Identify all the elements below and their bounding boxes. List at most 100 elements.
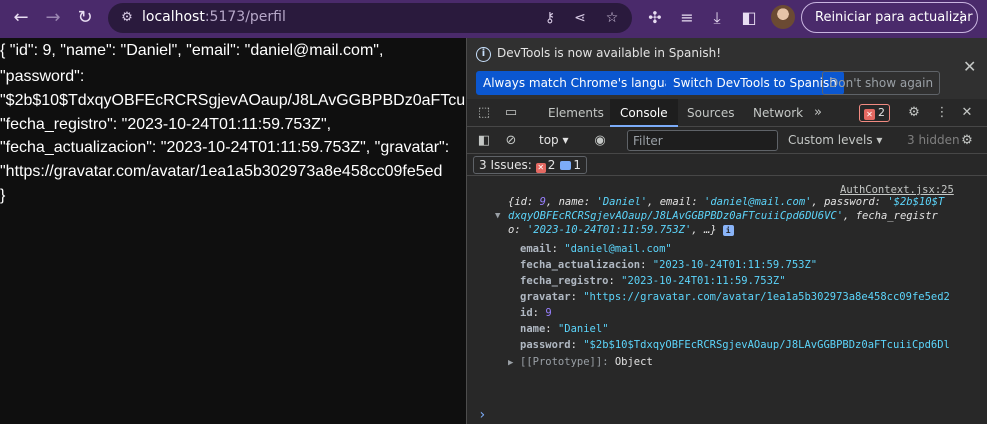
property-key: email [520,243,552,255]
key-icon[interactable]: ⚷ [540,8,560,28]
device-toolbar-icon[interactable]: ▭ [502,104,520,122]
object-property: id: 9 [520,307,552,319]
url-text: localhost:5173/perfil [142,9,286,25]
language-infobar: i DevTools is now available in Spanish! … [467,38,987,99]
media-playlist-icon[interactable]: ≡ [676,7,698,29]
prototype-value: Object [614,356,653,368]
more-tabs-icon[interactable]: » [809,104,827,122]
levels-label: Custom levels [788,133,873,147]
object-property: name: "Daniel" [520,323,609,335]
property-value: "Daniel" [557,323,609,335]
summary-string: dxqyOBFEcRCRSgjevAOaup/J8LAvGGBPBDz0aFTc… [508,210,844,222]
prototype-label: [[Prototype]] [520,356,603,368]
bookmark-star-icon[interactable]: ☆ [602,8,622,28]
source-location-link[interactable]: AuthContext.jsx:25 [840,184,954,196]
tab-elements[interactable]: Elements [538,99,614,127]
summary-text: {id: [508,196,540,208]
object-info-icon[interactable]: i [722,225,734,236]
log-levels-dropdown[interactable]: Custom levels ▾ [788,133,882,147]
property-key: fecha_actualizacion [520,259,641,271]
summary-text: , password: [811,196,888,208]
summary-string: 'Daniel' [596,196,648,208]
clear-console-icon[interactable]: ⊘ [502,132,520,150]
side-panel-icon[interactable]: ◧ [738,7,760,29]
error-count: 2 [878,106,885,119]
console-settings-gear-icon[interactable]: ⚙ [958,132,976,150]
property-key: name [520,323,546,335]
error-icon: ✕ [864,109,875,120]
property-key: fecha_registro [520,275,609,287]
context-selector[interactable]: top ▾ [539,133,569,147]
profile-avatar[interactable] [771,5,795,29]
url-path: :5173/perfil [204,9,286,25]
sidebar-toggle-icon[interactable]: ◧ [475,132,493,150]
object-property: email: "daniel@mail.com" [520,243,672,255]
summary-text: , fecha_registr [843,210,938,222]
summary-text: , …} [691,224,717,236]
filter-input[interactable] [627,130,778,151]
back-arrow-icon[interactable]: ← [10,7,32,29]
summary-string: '$2b$10$T [887,196,945,208]
json-line: "https://gravatar.com/avatar/1ea1a5b3029… [0,163,443,180]
object-summary-line[interactable]: {id: 9, name: 'Daniel', email: 'daniel@m… [508,196,978,208]
share-icon[interactable]: ⋖ [570,8,590,28]
devtools-tabstrip: ⬚ ▭ Elements Console Sources Network » ✕… [467,99,987,127]
tab-console[interactable]: Console [610,99,678,127]
object-property: password: "$2b$10$TdxqyOBFEcRCRSgjevAOau… [520,339,950,351]
summary-string: 'daniel@mail.com' [704,196,812,208]
hidden-messages-count: 3 hidden [907,133,960,147]
prototype-row[interactable]: [[Prototype]]: Object [520,356,653,368]
update-button[interactable]: Reiniciar para actualizar ⋮ [801,2,978,33]
address-bar[interactable]: ⚙ localhost:5173/perfil ⚷ ⋖ ☆ [108,3,632,33]
property-value: "$2b$10$TdxqyOBFEcRCRSgjevAOaup/J8LAvGGB… [583,339,950,351]
devtools-panel: i DevTools is now available in Spanish! … [466,38,987,424]
console-prompt-chevron-icon[interactable]: › [478,407,486,423]
property-value: "https://gravatar.com/avatar/1ea1a5b3029… [583,291,950,303]
summary-text: o: [508,224,527,236]
settings-gear-icon[interactable]: ⚙ [905,104,923,122]
forward-arrow-icon[interactable]: → [42,7,64,29]
extensions-puzzle-icon[interactable]: ✣ [644,7,666,29]
expand-prototype-icon[interactable]: ▶ [508,358,513,368]
json-line: } [0,187,6,204]
expand-triangle-icon[interactable]: ▼ [495,211,500,221]
summary-string: '2023-10-24T01:11:59.753Z' [526,224,692,236]
match-language-button[interactable]: Always match Chrome's language [476,71,694,95]
live-expression-eye-icon[interactable]: ◉ [591,132,609,150]
tab-sources[interactable]: Sources [677,99,744,127]
error-count-badge[interactable]: ✕ 2 [859,104,890,122]
close-icon[interactable]: ✕ [963,59,976,75]
tab-network[interactable]: Network [743,99,813,127]
kebab-menu-icon: ⋮ [954,8,969,26]
console-toolbar: ◧ ⊘ top ▾ ◉ Custom levels ▾ 3 hidden ⚙ [467,127,987,154]
property-value: "2023-10-24T01:11:59.753Z" [621,275,786,287]
property-key: id [520,307,533,319]
issues-message-count: 1 [573,158,582,172]
dont-show-again-button[interactable]: Don't show again [822,71,941,95]
more-options-icon[interactable]: ⋮ [933,104,951,122]
console-output: AuthContext.jsx:25 ▼ {id: 9, name: 'Dani… [467,177,987,424]
inspect-element-icon[interactable]: ⬚ [475,104,493,122]
infobar-message: DevTools is now available in Spanish! [497,46,722,60]
property-value: 9 [545,307,552,319]
browser-toolbar: ← → ↻ ⚙ localhost:5173/perfil ⚷ ⋖ ☆ ✣ ≡ … [0,0,987,38]
issues-button[interactable]: 3 Issues: ✕ 2 1 [473,156,588,174]
object-summary-line: dxqyOBFEcRCRSgjevAOaup/J8LAvGGBPBDz0aFTc… [508,210,978,222]
info-icon: i [476,47,491,62]
switch-language-button[interactable]: Switch DevTools to Spanish [666,71,844,95]
update-button-label: Reiniciar para actualizar [815,10,973,25]
property-key: password [520,339,571,351]
close-devtools-icon[interactable]: ✕ [958,104,976,122]
issue-message-icon [560,161,572,170]
json-line: "fecha_actualizacion": "2023-10-24T01:11… [0,139,450,156]
reload-icon[interactable]: ↻ [74,7,96,29]
download-icon[interactable]: ⤓ [706,7,728,29]
json-line: "password": [0,68,85,85]
page-content: { "id": 9, "name": "Daniel", "email": "d… [0,38,466,424]
issues-error-count: 2 [547,158,556,172]
object-property: gravatar: "https://gravatar.com/avatar/1… [520,291,950,303]
site-info-icon[interactable]: ⚙ [117,8,137,28]
issues-bar: 3 Issues: ✕ 2 1 [467,154,987,176]
object-property: fecha_actualizacion: "2023-10-24T01:11:5… [520,259,818,271]
property-value: "daniel@mail.com" [564,243,672,255]
